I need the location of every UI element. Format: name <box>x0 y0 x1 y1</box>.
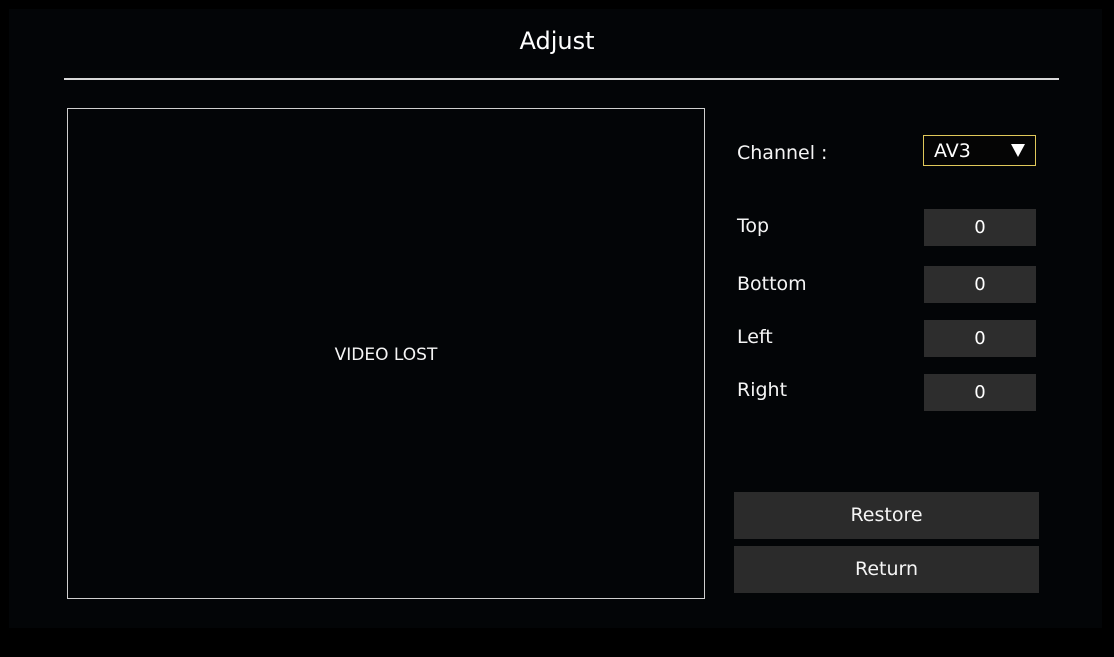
channel-selected-value: AV3 <box>934 140 971 162</box>
channel-label: Channel : <box>737 142 828 164</box>
return-button[interactable]: Return <box>734 546 1039 593</box>
title-divider <box>64 78 1059 80</box>
channel-select[interactable]: AV3 <box>923 135 1036 166</box>
right-value-field[interactable]: 0 <box>924 374 1036 411</box>
video-lost-message: VIDEO LOST <box>334 345 438 365</box>
top-label: Top <box>737 215 770 237</box>
top-value-field[interactable]: 0 <box>924 209 1036 246</box>
right-label: Right <box>737 379 788 401</box>
left-value-field[interactable]: 0 <box>924 320 1036 357</box>
bottom-label: Bottom <box>737 273 807 295</box>
restore-button[interactable]: Restore <box>734 492 1039 539</box>
page-title: Adjust <box>519 27 595 55</box>
triangle-down-icon <box>1011 144 1025 157</box>
video-preview: VIDEO LOST <box>67 108 705 599</box>
left-label: Left <box>737 326 773 348</box>
adjust-screen: Adjust VIDEO LOST Channel : AV3 Top 0 Bo… <box>0 0 1114 657</box>
bottom-value-field[interactable]: 0 <box>924 266 1036 303</box>
